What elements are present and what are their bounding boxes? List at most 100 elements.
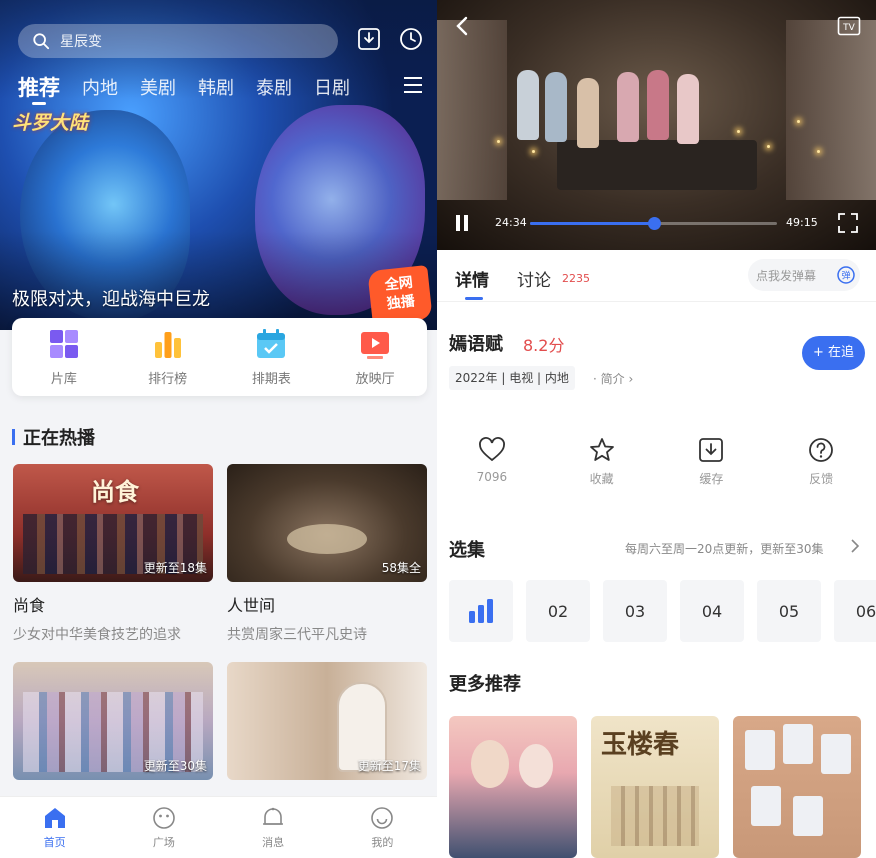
video-figure xyxy=(517,70,539,140)
episodes-update-note: 每周六至周一20点更新，更新至30集 xyxy=(625,542,824,556)
download-label: 缓存 xyxy=(699,472,724,486)
show-title: 尚食 xyxy=(13,596,46,615)
episode-playing[interactable] xyxy=(449,580,513,642)
tab-mainland[interactable]: 内地 xyxy=(82,74,118,100)
current-time: 24:34 xyxy=(495,216,527,229)
pause-icon[interactable] xyxy=(453,214,471,232)
poster-face xyxy=(519,744,553,788)
show-card[interactable]: 尚食 更新至18集 尚食 少女对中华美食技艺的追求 xyxy=(13,464,213,644)
recommendation-poster[interactable]: 玉楼春 xyxy=(591,716,719,858)
discussion-count: 2235 xyxy=(562,272,590,285)
heart-icon xyxy=(478,437,505,462)
active-tab-indicator xyxy=(465,297,483,300)
poster-card xyxy=(751,786,781,826)
search-input[interactable]: 星辰变 xyxy=(18,24,338,58)
plaza-icon xyxy=(153,807,175,829)
download-icon[interactable] xyxy=(356,26,382,52)
danmu-placeholder: 点我发弹幕 xyxy=(756,268,817,283)
schedule-icon xyxy=(257,329,286,358)
video-candle xyxy=(737,130,740,133)
search-placeholder: 星辰变 xyxy=(60,34,102,50)
tab-japanese-drama[interactable]: 日剧 xyxy=(314,74,350,100)
tab-recommended[interactable]: 推荐 xyxy=(18,72,60,105)
detail-screen: TV 24:34 49:15 详情 讨论 2235 点我发弹幕 弹 嫣语赋 8.… xyxy=(437,0,876,858)
nav-profile[interactable]: 我的 xyxy=(328,797,437,858)
video-figure xyxy=(577,78,599,148)
home-icon xyxy=(44,808,65,828)
menu-icon[interactable] xyxy=(402,75,424,95)
show-thumbnail: 更新至17集 xyxy=(227,662,427,780)
progress-knob[interactable] xyxy=(647,217,661,230)
favorite-label: 收藏 xyxy=(589,472,614,486)
tab-discussion[interactable]: 讨论 xyxy=(517,266,551,291)
nav-home[interactable]: 首页 xyxy=(0,797,109,858)
video-candle xyxy=(817,150,820,153)
nav-plaza[interactable]: 广场 xyxy=(109,797,218,858)
show-score: 8.2分 xyxy=(523,336,565,355)
download-button[interactable]: 缓存 xyxy=(657,436,767,496)
show-card[interactable]: 更新至17集 xyxy=(227,662,427,780)
quick-link-ranking[interactable]: 排行榜 xyxy=(116,318,220,396)
quick-link-library[interactable]: 片库 xyxy=(12,318,116,396)
message-icon xyxy=(263,807,284,825)
tab-thai-drama[interactable]: 泰剧 xyxy=(256,74,292,100)
danmu-icon[interactable]: 弹 xyxy=(836,265,856,285)
progress-bar[interactable] xyxy=(530,217,777,230)
fullscreen-icon[interactable] xyxy=(837,212,859,234)
tab-details[interactable]: 详情 xyxy=(455,266,489,291)
show-subtitle: 少女对中华美食技艺的追求 xyxy=(13,627,181,643)
recommendation-poster[interactable] xyxy=(449,716,577,858)
danmu-input[interactable]: 点我发弹幕 弹 xyxy=(748,259,860,291)
episode-item[interactable]: 03 xyxy=(603,580,667,642)
quick-link-label: 排行榜 xyxy=(148,372,188,387)
follow-button[interactable]: + 在追 xyxy=(802,336,865,370)
tv-cast-icon[interactable]: TV xyxy=(837,16,861,38)
category-tabs: 推荐 内地 美剧 韩剧 泰剧 日剧 xyxy=(18,72,372,105)
thumbnail-title: 尚食 xyxy=(91,478,139,506)
like-button[interactable]: 7096 xyxy=(437,436,547,496)
feedback-button[interactable]: 反馈 xyxy=(766,436,876,496)
svg-text:弹: 弹 xyxy=(841,270,850,282)
episode-item[interactable]: 04 xyxy=(680,580,744,642)
update-tag: 更新至17集 xyxy=(357,759,421,773)
show-subtitle: 共赏周家三代平凡史诗 xyxy=(227,627,367,643)
episode-item[interactable]: 06 xyxy=(834,580,876,642)
hero-caption: 极限对决，迎战海中巨龙 xyxy=(12,289,210,310)
video-curtain-left xyxy=(437,20,507,200)
update-tag: 更新至18集 xyxy=(143,561,207,575)
chevron-right-icon[interactable] xyxy=(849,538,861,554)
quick-link-theater[interactable]: 放映厅 xyxy=(323,318,427,396)
section-now-playing: 正在热播 xyxy=(12,424,95,450)
tab-korean-drama[interactable]: 韩剧 xyxy=(198,74,234,100)
episode-item[interactable]: 05 xyxy=(757,580,821,642)
show-card[interactable]: 更新至30集 xyxy=(13,662,213,780)
poster-card xyxy=(821,734,851,774)
show-thumbnail: 更新至30集 xyxy=(13,662,213,780)
feedback-label: 反馈 xyxy=(809,472,834,486)
library-icon xyxy=(49,330,78,358)
video-figure xyxy=(647,70,669,140)
video-figure xyxy=(545,72,567,142)
video-curtain-right xyxy=(786,20,876,200)
app-screens: 斗罗大陆 极限对决，迎战海中巨龙 全网 独播 星辰变 推荐 内地 美剧 韩剧 泰… xyxy=(0,0,876,858)
question-icon xyxy=(809,438,834,462)
show-card[interactable]: 58集全 人世间 共赏周家三代平凡史诗 xyxy=(227,464,427,644)
favorite-button[interactable]: 收藏 xyxy=(547,436,657,496)
video-player[interactable]: TV 24:34 49:15 xyxy=(437,0,876,250)
quick-link-schedule[interactable]: 排期表 xyxy=(220,318,324,396)
nav-messages[interactable]: 消息 xyxy=(219,797,328,858)
update-tag: 58集全 xyxy=(381,561,421,575)
episode-item[interactable]: 02 xyxy=(526,580,590,642)
show-title: 嫣语赋 xyxy=(449,334,503,355)
video-figure xyxy=(677,74,699,144)
back-icon[interactable] xyxy=(451,14,475,38)
tab-us-drama[interactable]: 美剧 xyxy=(140,74,176,100)
nav-label: 首页 xyxy=(43,836,66,849)
history-icon[interactable] xyxy=(398,26,424,52)
quick-link-label: 放映厅 xyxy=(355,372,395,387)
recommendation-poster[interactable] xyxy=(733,716,861,858)
intro-link[interactable]: · 简介 › xyxy=(593,370,633,387)
quick-link-label: 片库 xyxy=(50,372,77,387)
home-screen: 斗罗大陆 极限对决，迎战海中巨龙 全网 独播 星辰变 推荐 内地 美剧 韩剧 泰… xyxy=(0,0,437,858)
action-bar: 7096 收藏 缓存 反馈 xyxy=(437,436,876,496)
